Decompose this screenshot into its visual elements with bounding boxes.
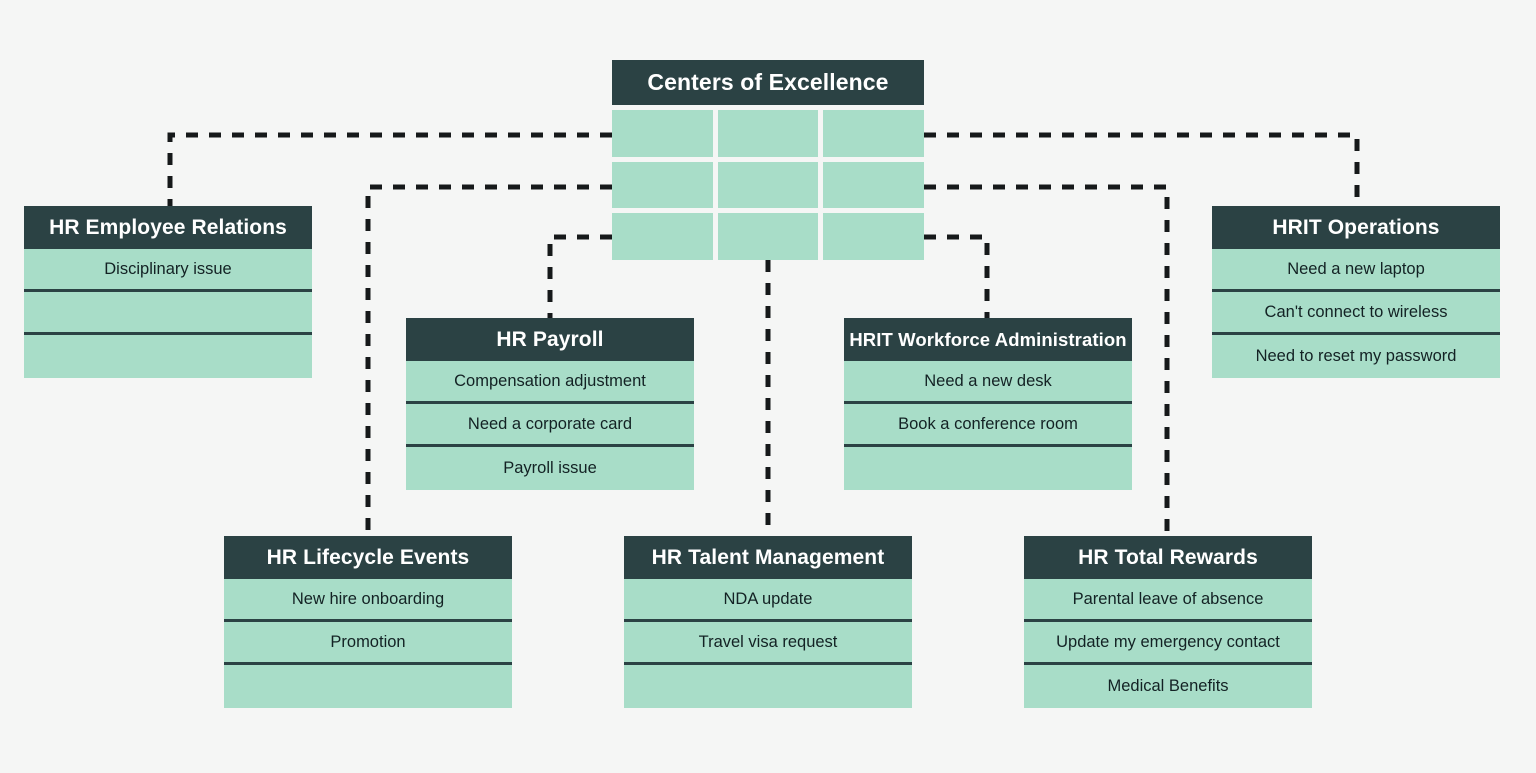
list-item[interactable]: Compensation adjustment [406, 361, 694, 404]
node-title-hr-total-rewards: HR Total Rewards [1024, 536, 1312, 579]
node-title-hr-payroll: HR Payroll [406, 318, 694, 361]
list-item[interactable]: NDA update [624, 579, 912, 622]
list-item[interactable]: Promotion [224, 622, 512, 665]
node-hr-employee-relations[interactable]: HR Employee Relations Disciplinary issue [24, 206, 312, 378]
node-items-hr-employee-relations: Disciplinary issue [24, 249, 312, 378]
list-item[interactable] [24, 335, 312, 378]
list-item[interactable]: Need a new desk [844, 361, 1132, 404]
list-item[interactable]: Update my emergency contact [1024, 622, 1312, 665]
list-item[interactable]: Disciplinary issue [24, 249, 312, 292]
node-items-hr-payroll: Compensation adjustment Need a corporate… [406, 361, 694, 490]
node-title-hrit-operations: HRIT Operations [1212, 206, 1500, 249]
centers-of-excellence-grid [612, 105, 924, 260]
connector-to-hr-employee-relations [167, 132, 612, 208]
grid-cell[interactable] [612, 161, 713, 209]
list-item[interactable]: Parental leave of absence [1024, 579, 1312, 622]
node-items-hr-talent-management: NDA update Travel visa request [624, 579, 912, 708]
grid-cell[interactable] [612, 213, 713, 260]
node-title-hr-talent-management: HR Talent Management [624, 536, 912, 579]
node-items-hrit-workforce-administration: Need a new desk Book a conference room [844, 361, 1132, 490]
node-hr-talent-management[interactable]: HR Talent Management NDA update Travel v… [624, 536, 912, 708]
node-hr-lifecycle-events[interactable]: HR Lifecycle Events New hire onboarding … [224, 536, 512, 708]
node-title-hr-employee-relations: HR Employee Relations [24, 206, 312, 249]
node-hrit-workforce-administration[interactable]: HRIT Workforce Administration Need a new… [844, 318, 1132, 490]
list-item[interactable]: Book a conference room [844, 404, 1132, 447]
list-item[interactable]: Payroll issue [406, 447, 694, 490]
list-item[interactable]: Need to reset my password [1212, 335, 1500, 378]
node-items-hrit-operations: Need a new laptop Can't connect to wirel… [1212, 249, 1500, 378]
node-title-hrit-workforce-administration: HRIT Workforce Administration [844, 318, 1132, 361]
list-item[interactable] [224, 665, 512, 708]
list-item[interactable]: New hire onboarding [224, 579, 512, 622]
list-item[interactable]: Can't connect to wireless [1212, 292, 1500, 335]
grid-cell[interactable] [823, 110, 924, 157]
node-items-hr-total-rewards: Parental leave of absence Update my emer… [1024, 579, 1312, 708]
org-chart-canvas: Centers of Excellence HR Employee Relati… [0, 0, 1536, 773]
list-item[interactable] [844, 447, 1132, 490]
node-hrit-operations[interactable]: HRIT Operations Need a new laptop Can't … [1212, 206, 1500, 378]
connector-to-hrit-operations [924, 132, 1360, 208]
node-items-hr-lifecycle-events: New hire onboarding Promotion [224, 579, 512, 708]
list-item[interactable]: Need a corporate card [406, 404, 694, 447]
grid-cell[interactable] [717, 161, 819, 209]
list-item[interactable] [624, 665, 912, 708]
list-item[interactable]: Travel visa request [624, 622, 912, 665]
node-hr-total-rewards[interactable]: HR Total Rewards Parental leave of absen… [1024, 536, 1312, 708]
list-item[interactable] [24, 292, 312, 335]
connector-to-hrit-workforce-administration [924, 234, 990, 320]
list-item[interactable]: Medical Benefits [1024, 665, 1312, 708]
node-title-centers-of-excellence: Centers of Excellence [612, 60, 924, 105]
grid-cell[interactable] [717, 110, 819, 157]
connector-to-hr-payroll [547, 234, 612, 320]
list-item[interactable]: Need a new laptop [1212, 249, 1500, 292]
node-hr-payroll[interactable]: HR Payroll Compensation adjustment Need … [406, 318, 694, 490]
node-title-hr-lifecycle-events: HR Lifecycle Events [224, 536, 512, 579]
grid-cell[interactable] [717, 213, 819, 260]
grid-cell[interactable] [823, 161, 924, 209]
grid-cell[interactable] [612, 110, 713, 157]
grid-cell[interactable] [823, 213, 924, 260]
node-centers-of-excellence[interactable]: Centers of Excellence [612, 60, 924, 260]
